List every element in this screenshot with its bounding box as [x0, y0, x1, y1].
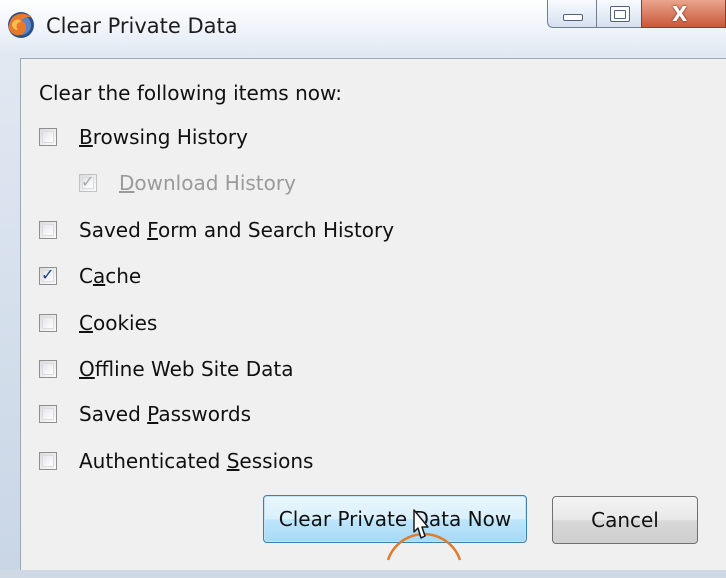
checkbox-item-download-history[interactable]: ✓ Download History — [79, 169, 296, 197]
mouse-cursor-icon — [386, 509, 462, 561]
checkbox-label: Offline Web Site Data — [79, 357, 294, 381]
checkbox[interactable]: ✓ — [79, 172, 97, 192]
minimize-button[interactable] — [547, 0, 597, 28]
checkbox-item-cookies[interactable]: Cookies — [39, 309, 157, 337]
checkbox[interactable] — [39, 360, 57, 378]
close-icon: X — [672, 2, 688, 26]
checkbox-item-authenticated-sessions[interactable]: Authenticated Sessions — [39, 447, 313, 475]
window-title: Clear Private Data — [46, 14, 238, 38]
checkbox[interactable] — [39, 221, 57, 239]
checkbox-label: Authenticated Sessions — [79, 449, 314, 473]
maximize-button[interactable] — [596, 0, 642, 28]
checkbox-label: Saved Form and Search History — [79, 218, 395, 242]
check-mark-icon: ✓ — [81, 172, 95, 191]
dialog-heading: Clear the following items now: — [39, 81, 342, 105]
checkbox[interactable] — [39, 452, 57, 470]
checkbox-label: Cache — [79, 264, 142, 288]
close-button[interactable]: X — [641, 0, 726, 28]
checkbox-item-saved-form-history[interactable]: Saved Form and Search History — [39, 216, 394, 244]
clear-private-data-window: Clear Private Data X Clear the following… — [0, 0, 726, 570]
minimize-icon — [563, 14, 583, 21]
check-mark-icon: ✓ — [41, 265, 55, 284]
cancel-button[interactable]: Cancel — [552, 496, 698, 544]
checkbox[interactable] — [39, 405, 57, 423]
checkbox[interactable]: ✓ — [39, 265, 57, 285]
firefox-icon — [8, 12, 34, 38]
checkbox[interactable] — [39, 314, 57, 332]
checkbox-label: Download History — [119, 171, 296, 195]
title-bar[interactable]: Clear Private Data X — [0, 0, 726, 58]
checkbox-label: Saved Passwords — [79, 402, 252, 426]
dialog-content: Clear the following items now: Browsing … — [20, 58, 726, 570]
checkbox-item-offline-data[interactable]: Offline Web Site Data — [39, 355, 293, 383]
maximize-icon — [610, 6, 630, 22]
checkbox-item-saved-passwords[interactable]: Saved Passwords — [39, 400, 251, 428]
checkbox-label: Cookies — [79, 311, 158, 335]
checkbox-label: Browsing History — [79, 125, 248, 149]
checkbox-item-cache[interactable]: ✓ Cache — [39, 262, 141, 290]
checkbox[interactable] — [39, 128, 57, 146]
checkbox-item-browsing-history[interactable]: Browsing History — [39, 123, 248, 151]
